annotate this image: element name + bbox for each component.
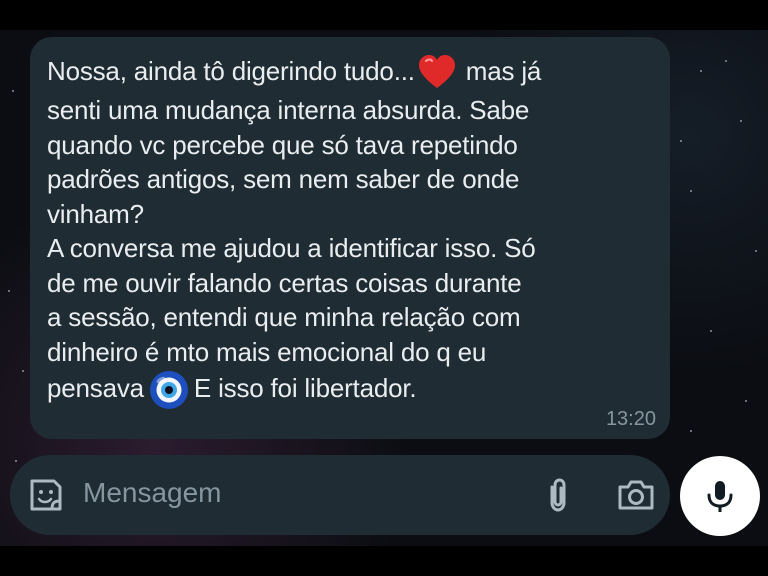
- message-composer[interactable]: Mensagem: [10, 455, 670, 535]
- microphone-button[interactable]: [680, 456, 760, 536]
- camera-icon[interactable]: [614, 475, 658, 515]
- sticker-icon[interactable]: [26, 475, 66, 515]
- nazar-amulet-icon: [149, 371, 188, 409]
- message-line1-start: Nossa, ainda tô digerindo tudo...: [47, 55, 415, 86]
- message-input-placeholder[interactable]: Mensagem: [83, 477, 222, 509]
- paperclip-icon[interactable]: [538, 475, 578, 515]
- top-black-band: [0, 0, 768, 30]
- bottom-black-band: [0, 546, 768, 576]
- incoming-message-bubble[interactable]: Nossa, ainda tô digerindo tudo... mas já…: [30, 37, 670, 439]
- message-last-line-end: E isso foi libertador.: [193, 372, 417, 403]
- microphone-icon: [707, 481, 733, 512]
- message-text: Nossa, ainda tô digerindo tudo... mas já…: [47, 53, 647, 411]
- message-last-line-start: pensava: [47, 372, 144, 403]
- red-heart-icon: [418, 55, 455, 88]
- message-timestamp: 13:20: [605, 408, 656, 430]
- message-line1-end: mas já: [465, 55, 542, 86]
- message-body: senti uma mudança interna absurda. Sabe …: [47, 95, 536, 367]
